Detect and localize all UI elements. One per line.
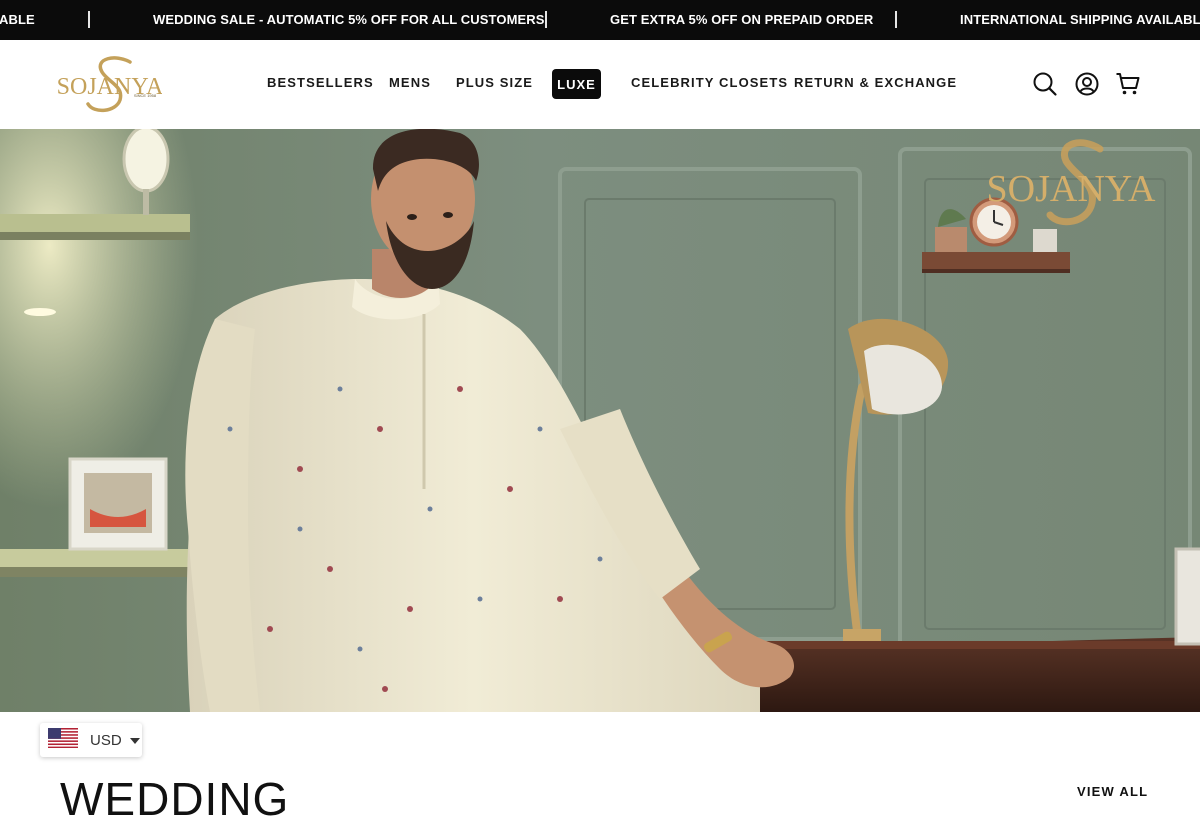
nav-celebrity-closets[interactable]: CELEBRITY CLOSETS — [631, 75, 788, 90]
announcement-message: WEDDING SALE - AUTOMATIC 5% OFF FOR ALL … — [153, 12, 545, 27]
nav-plus-size[interactable]: PLUS SIZE — [456, 75, 533, 90]
us-flag-icon — [48, 727, 78, 753]
logo-subtext: SINCE 1958 — [134, 93, 157, 98]
announcement-bar: ABLE WEDDING SALE - AUTOMATIC 5% OFF FOR… — [0, 0, 1200, 40]
nav-luxe[interactable]: LUXE — [552, 69, 601, 99]
section-title: WEDDING — [60, 773, 290, 825]
nav-mens[interactable]: MENS — [389, 75, 431, 90]
hero-watermark: SOJANYA — [987, 168, 1156, 210]
announcement-message: ABLE — [0, 12, 35, 27]
site-header: SOJANYA SINCE 1958 BESTSELLERS MENS PLUS… — [0, 40, 1200, 129]
nav-bestsellers[interactable]: BESTSELLERS — [267, 75, 374, 90]
cart-icon[interactable] — [1115, 71, 1141, 97]
view-all-link[interactable]: VIEW ALL — [1077, 784, 1148, 799]
announcement-separator — [88, 11, 90, 28]
account-icon[interactable] — [1074, 71, 1100, 97]
chevron-down-icon — [129, 738, 140, 744]
currency-code: USD — [90, 731, 122, 749]
currency-selector[interactable]: USD — [40, 723, 142, 757]
announcement-separator — [545, 11, 547, 28]
hero-banner[interactable]: SOJANYA — [0, 129, 1200, 712]
hero-image: SOJANYA — [0, 129, 1200, 712]
announcement-message: INTERNATIONAL SHIPPING AVAILABLE — [960, 12, 1200, 27]
brand-logo[interactable]: SOJANYA SINCE 1958 — [57, 56, 164, 114]
nav-return-exchange[interactable]: RETURN & EXCHANGE — [794, 75, 957, 90]
announcement-separator — [895, 11, 897, 28]
search-icon[interactable] — [1032, 71, 1058, 97]
announcement-message: GET EXTRA 5% OFF ON PREPAID ORDER — [610, 12, 874, 27]
